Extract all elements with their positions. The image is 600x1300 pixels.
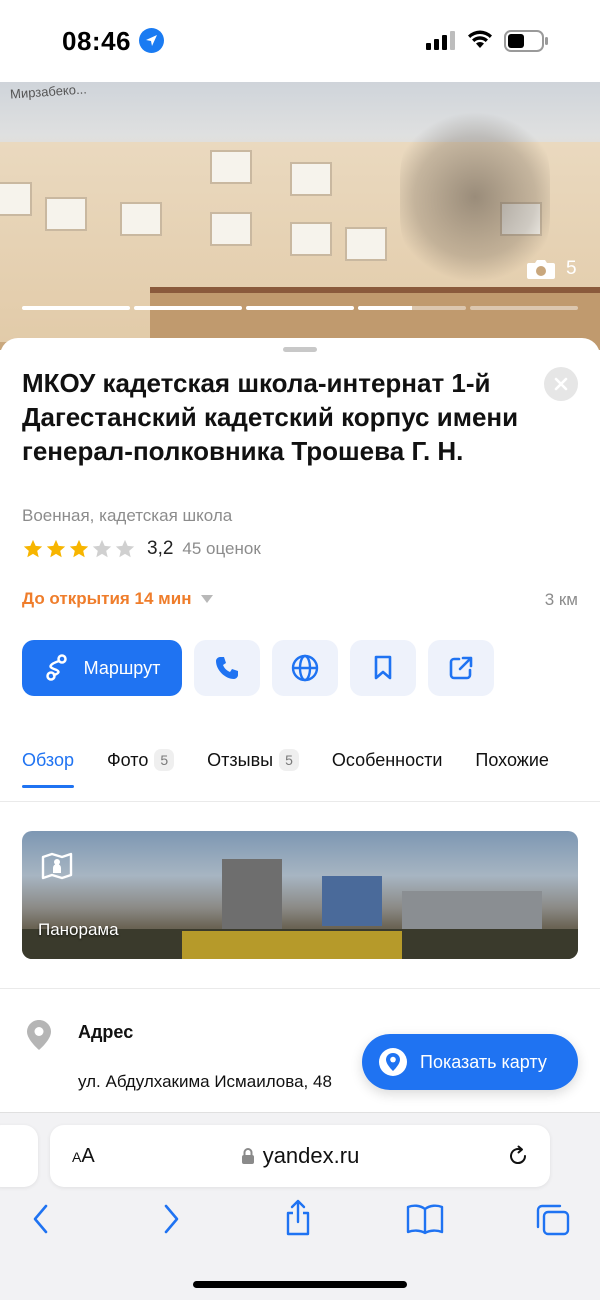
tab-label: Отзывы <box>207 749 274 770</box>
place-category: Военная, кадетская школа <box>22 506 233 525</box>
photo-window <box>345 227 387 261</box>
photo-progress <box>22 306 578 310</box>
close-button[interactable] <box>544 367 578 401</box>
panorama-building <box>222 859 282 929</box>
sheet-grabber[interactable] <box>283 347 317 352</box>
reviews-count: 45 оценок <box>182 539 261 558</box>
url-display[interactable]: yandex.ru <box>50 1143 550 1169</box>
photo-count-value: 5 <box>566 258 577 279</box>
divider <box>0 988 600 989</box>
action-buttons: Маршрут <box>22 640 494 696</box>
panorama-fence <box>182 931 402 959</box>
photo-window <box>120 202 162 236</box>
camera-icon <box>527 260 555 279</box>
browser-nav-row <box>0 1199 600 1247</box>
photo-progress-segment-current <box>358 306 466 310</box>
place-title: МКОУ кадетская школа-интернат 1-й Дагест… <box>22 368 519 466</box>
tab-label: Похожие <box>475 749 549 770</box>
rating-stars <box>22 538 136 560</box>
photo-window <box>290 222 332 256</box>
status-bar: 08:46 <box>0 0 600 82</box>
route-button-label: Маршрут <box>83 657 161 678</box>
tab-label: Особенности <box>331 749 443 770</box>
route-button[interactable]: Маршрут <box>22 640 182 696</box>
photo-progress-segment <box>22 306 130 310</box>
lock-icon <box>241 1148 254 1164</box>
rating-row[interactable]: 3,2 45 оценок <box>22 538 261 560</box>
show-map-label: Показать карту <box>420 1051 547 1072</box>
distance: 3 км <box>544 590 578 609</box>
status-time: 08:46 <box>62 26 131 56</box>
photo-window <box>45 197 87 231</box>
photo-window <box>210 150 252 184</box>
tab-label: Обзор <box>22 749 74 770</box>
open-status-text: До открытия 14 мин <box>22 589 192 608</box>
home-indicator <box>193 1281 407 1288</box>
tabs-icon[interactable] <box>535 1203 571 1237</box>
share-icon[interactable] <box>283 1199 313 1237</box>
star-filled-icon <box>46 539 66 558</box>
share-icon <box>449 656 473 680</box>
star-empty-icon <box>92 539 112 558</box>
photo-window <box>290 162 332 196</box>
panorama-card[interactable]: Панорама <box>22 831 578 959</box>
photo-progress-segment <box>246 306 354 310</box>
cellular-signal-icon <box>426 31 455 50</box>
photo-window <box>0 182 32 216</box>
address-label: Адрес <box>78 1022 134 1042</box>
place-photo[interactable]: Мирзабеко... 5 <box>0 82 600 350</box>
star-filled-icon <box>23 539 43 558</box>
call-button[interactable] <box>194 640 260 696</box>
place-tabs: Обзор Фото 5 Отзывы 5 Особенности Похожи… <box>22 742 582 788</box>
photo-count[interactable]: 5 <box>526 258 577 280</box>
photo-street-text: Мирзабеко... <box>9 82 88 102</box>
forward-icon[interactable] <box>160 1203 182 1235</box>
tab-photos[interactable]: Фото 5 <box>107 742 175 778</box>
share-button[interactable] <box>428 640 494 696</box>
tab-count-badge: 5 <box>279 749 299 771</box>
map-pin-icon <box>27 1020 51 1050</box>
previous-tab-preview[interactable] <box>0 1125 38 1187</box>
tab-similar[interactable]: Похожие <box>475 742 548 778</box>
website-button[interactable] <box>272 640 338 696</box>
bookmarks-icon[interactable] <box>406 1203 444 1235</box>
photo-window <box>210 212 252 246</box>
tab-label: Фото <box>107 749 149 770</box>
tab-overview[interactable]: Обзор <box>22 742 74 788</box>
location-arrow-icon <box>139 28 164 53</box>
divider <box>0 801 600 802</box>
back-icon[interactable] <box>30 1203 52 1235</box>
photo-progress-segment <box>134 306 242 310</box>
photo-progress-segment <box>470 306 578 310</box>
address-bar[interactable]: AA yandex.ru <box>50 1125 550 1187</box>
open-status[interactable]: До открытия 14 мин <box>22 589 214 609</box>
close-icon <box>554 377 568 391</box>
tab-features[interactable]: Особенности <box>332 742 443 778</box>
browser-toolbar: AA yandex.ru <box>0 1112 600 1300</box>
panorama-building <box>322 876 382 926</box>
star-filled-icon <box>69 539 89 558</box>
panorama-icon <box>41 852 73 880</box>
wifi-icon <box>468 30 492 48</box>
screen: 08:46 Мирзабеко... 5 МКОУ кадетская школ… <box>0 0 600 1300</box>
bookmark-button[interactable] <box>350 640 416 696</box>
tab-reviews[interactable]: Отзывы 5 <box>207 742 299 778</box>
route-icon <box>45 654 67 681</box>
map-pin-icon <box>379 1048 407 1076</box>
show-map-button[interactable]: Показать карту <box>362 1034 578 1090</box>
battery-icon <box>504 30 548 52</box>
globe-icon <box>291 654 319 682</box>
tab-count-badge: 5 <box>154 749 175 771</box>
panorama-label: Панорама <box>38 920 119 939</box>
address-value[interactable]: ул. Абдулхакима Исмаилова, 48 <box>78 1072 332 1092</box>
reload-icon[interactable] <box>506 1144 530 1168</box>
url-text: yandex.ru <box>262 1143 360 1168</box>
phone-icon <box>216 657 238 679</box>
star-empty-icon <box>115 539 135 558</box>
chevron-down-icon <box>201 595 214 603</box>
place-card-sheet: МКОУ кадетская школа-интернат 1-й Дагест… <box>0 338 600 1118</box>
rating-value: 3,2 <box>147 538 174 559</box>
panorama-building <box>402 891 542 931</box>
bookmark-icon <box>374 655 392 680</box>
